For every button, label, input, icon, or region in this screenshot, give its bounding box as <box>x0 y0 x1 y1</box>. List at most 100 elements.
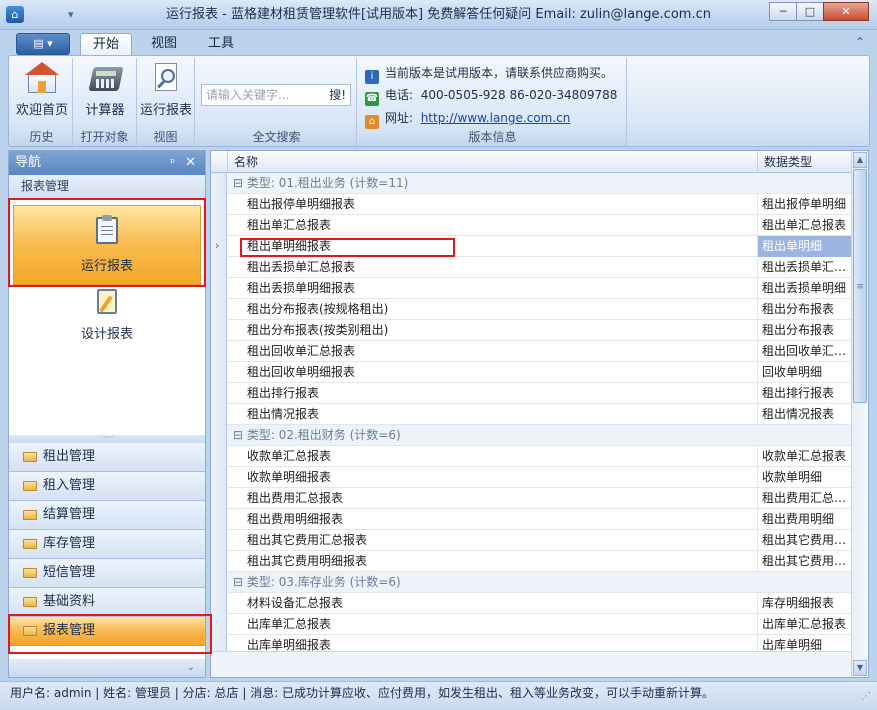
nav-category-settlement[interactable]: 结算管理 <box>9 501 205 530</box>
data-type-cell: 租出排行报表 <box>757 383 851 404</box>
search-go-button[interactable]: 搜! <box>329 85 346 105</box>
table-row[interactable]: 租出其它费用明细报表 租出其它费用明细 <box>227 551 851 572</box>
table-row[interactable]: 租出其它费用汇总报表 租出其它费用汇总报表 <box>227 530 851 551</box>
highlight-selected-row <box>240 238 455 257</box>
scroll-up-button[interactable]: ▲ <box>853 152 867 168</box>
tab-start[interactable]: 开始 <box>80 33 133 56</box>
table-row[interactable]: 收款单明细报表 收款单明细 <box>227 467 851 488</box>
tab-view[interactable]: 视图 <box>139 33 189 56</box>
group-label-history: 历史 <box>11 129 72 146</box>
table-row[interactable]: 材料设备汇总报表 库存明细报表 <box>227 593 851 614</box>
report-name-cell: 租出回收单汇总报表 <box>247 344 356 358</box>
folder-icon <box>23 539 37 549</box>
maximize-button[interactable]: □ <box>796 2 824 21</box>
house-icon: ⌂ <box>365 115 379 129</box>
run-report-button[interactable]: 运行报表 <box>139 61 193 123</box>
nav-more-button[interactable]: ⌄ <box>9 659 205 677</box>
welcome-home-button[interactable]: 欢迎首页 <box>15 61 69 123</box>
data-type-cell: 收款单明细 <box>757 467 851 488</box>
report-name-cell: 出库单汇总报表 <box>247 617 332 631</box>
grid-header: 名称 数据类型 <box>211 151 851 173</box>
report-name-cell: 租出分布报表(按类别租出) <box>247 323 389 337</box>
report-name-cell: 租出排行报表 <box>247 386 320 400</box>
nav-category-sms[interactable]: 短信管理 <box>9 559 205 588</box>
group-row-label: ⊟ 类型: 01.租出业务 (计数=11) <box>233 176 409 190</box>
nav-title: 导航 <box>15 155 42 170</box>
folder-icon <box>23 597 37 607</box>
app-menu-button[interactable]: ▤ ▾ <box>16 33 70 55</box>
column-header-name[interactable]: 名称 <box>227 151 757 173</box>
report-name-cell: 材料设备汇总报表 <box>247 596 344 610</box>
group-row[interactable]: ⊟ 类型: 02.租出财务 (计数=6) <box>227 425 851 446</box>
group-label-search: 全文搜索 <box>197 129 356 146</box>
table-row[interactable]: 租出丢损单汇总报表 租出丢损单汇总报表 <box>227 257 851 278</box>
resize-grip-icon[interactable]: ⋰ <box>861 686 871 708</box>
group-row-label: ⊟ 类型: 03.库存业务 (计数=6) <box>233 575 401 589</box>
table-row[interactable]: 租出费用汇总报表 租出费用汇总报表 <box>227 488 851 509</box>
data-type-cell: 租出报停单明细 <box>757 194 851 215</box>
version-notice: i 当前版本是试用版本，请联系供应商购买。 <box>365 64 613 84</box>
window-title: 运行报表 - 蓝格建材租赁管理软件[试用版本] 免费解答任何疑问 Email: … <box>166 7 711 22</box>
data-type-cell: 租出分布报表 <box>757 320 851 341</box>
highlight-run-report <box>8 198 206 287</box>
group-row-label: ⊟ 类型: 02.租出财务 (计数=6) <box>233 428 401 442</box>
ribbon-tab-row: ▤ ▾ 开始 视图 工具 ⌃ <box>0 30 877 56</box>
table-row[interactable]: 租出情况报表 租出情况报表 <box>227 404 851 425</box>
calculator-button[interactable]: 计算器 <box>78 61 132 123</box>
close-button[interactable]: ✕ <box>823 2 869 21</box>
nav-category-inventory[interactable]: 库存管理 <box>9 530 205 559</box>
ribbon-group-version: i 当前版本是试用版本，请联系供应商购买。 ☎ 电话: 400-0505-928 8… <box>359 58 627 146</box>
data-type-cell: 租出分布报表 <box>757 299 851 320</box>
table-row[interactable]: 租出费用明细报表 租出费用明细 <box>227 509 851 530</box>
grid-footer <box>211 651 851 677</box>
table-row[interactable]: 租出单汇总报表 租出单汇总报表 <box>227 215 851 236</box>
nav-category-rent-in[interactable]: 租入管理 <box>9 472 205 501</box>
nav-close-icon[interactable]: ✕ <box>185 151 196 175</box>
report-name-cell: 租出分布报表(按规格租出) <box>247 302 389 316</box>
scroll-down-button[interactable]: ▼ <box>853 660 867 676</box>
search-input[interactable]: 请输入关键字... 搜! <box>201 84 351 106</box>
ribbon-group-search: 请输入关键字... 搜! 全文搜索 <box>197 58 357 146</box>
data-type-cell: 租出其它费用汇总报表 <box>757 530 851 551</box>
table-row[interactable]: 租出分布报表(按规格租出) 租出分布报表 <box>227 299 851 320</box>
data-type-cell: 租出单汇总报表 <box>757 215 851 236</box>
report-name-cell: 租出费用明细报表 <box>247 512 344 526</box>
scroll-thumb[interactable]: ≡ <box>853 169 867 403</box>
table-row[interactable]: 租出分布报表(按类别租出) 租出分布报表 <box>227 320 851 341</box>
table-row[interactable]: 出库单明细报表 出库单明细 <box>227 635 851 651</box>
nav-item-design-report[interactable]: 设计报表 <box>13 283 201 343</box>
nav-splitter[interactable]: ····· <box>9 434 205 443</box>
table-row[interactable]: 出库单汇总报表 出库单汇总报表 <box>227 614 851 635</box>
data-type-cell: 出库单汇总报表 <box>757 614 851 635</box>
nav-category-rent-out[interactable]: 租出管理 <box>9 443 205 472</box>
group-row[interactable]: ⊟ 类型: 01.租出业务 (计数=11) <box>227 173 851 194</box>
table-row[interactable]: 租出回收单明细报表 回收单明细 <box>227 362 851 383</box>
table-row[interactable]: 租出回收单汇总报表 租出回收单汇总报表 <box>227 341 851 362</box>
ribbon-group-open: 计算器 打开对象 <box>73 58 137 146</box>
table-row[interactable]: 租出丢损单明细报表 租出丢损单明细 <box>227 278 851 299</box>
data-type-cell: 回收单明细 <box>757 362 851 383</box>
report-name-cell: 租出回收单明细报表 <box>247 365 356 379</box>
ribbon-collapse-icon[interactable]: ⌃ <box>855 35 865 49</box>
website-link[interactable]: http://www.lange.com.cn <box>421 111 571 125</box>
vertical-scrollbar[interactable]: ▲ ≡ ▼ <box>851 151 868 677</box>
phone-icon: ☎ <box>365 92 379 106</box>
column-header-data-type[interactable]: 数据类型 <box>757 151 851 173</box>
table-row[interactable]: 租出排行报表 租出排行报表 <box>227 383 851 404</box>
data-type-cell: 租出费用明细 <box>757 509 851 530</box>
table-row[interactable]: 租出报停单明细报表 租出报停单明细 <box>227 194 851 215</box>
data-type-cell: 出库单明细 <box>757 635 851 651</box>
nav-category-basic-data[interactable]: 基础资料 <box>9 588 205 617</box>
data-type-cell: 库存明细报表 <box>757 593 851 614</box>
info-icon: i <box>365 70 379 84</box>
nav-header: 导航 ᵖ ✕ <box>9 151 205 175</box>
group-row[interactable]: ⊟ 类型: 03.库存业务 (计数=6) <box>227 572 851 593</box>
report-name-cell: 租出其它费用明细报表 <box>247 554 368 568</box>
calculator-icon <box>88 61 124 95</box>
tab-tools[interactable]: 工具 <box>196 33 246 56</box>
pin-icon[interactable]: ᵖ <box>170 151 175 175</box>
table-row[interactable]: 收款单汇总报表 收款单汇总报表 <box>227 446 851 467</box>
group-label-view: 视图 <box>137 129 194 146</box>
data-type-cell: 租出费用汇总报表 <box>757 488 851 509</box>
minimize-button[interactable]: ─ <box>769 2 797 21</box>
